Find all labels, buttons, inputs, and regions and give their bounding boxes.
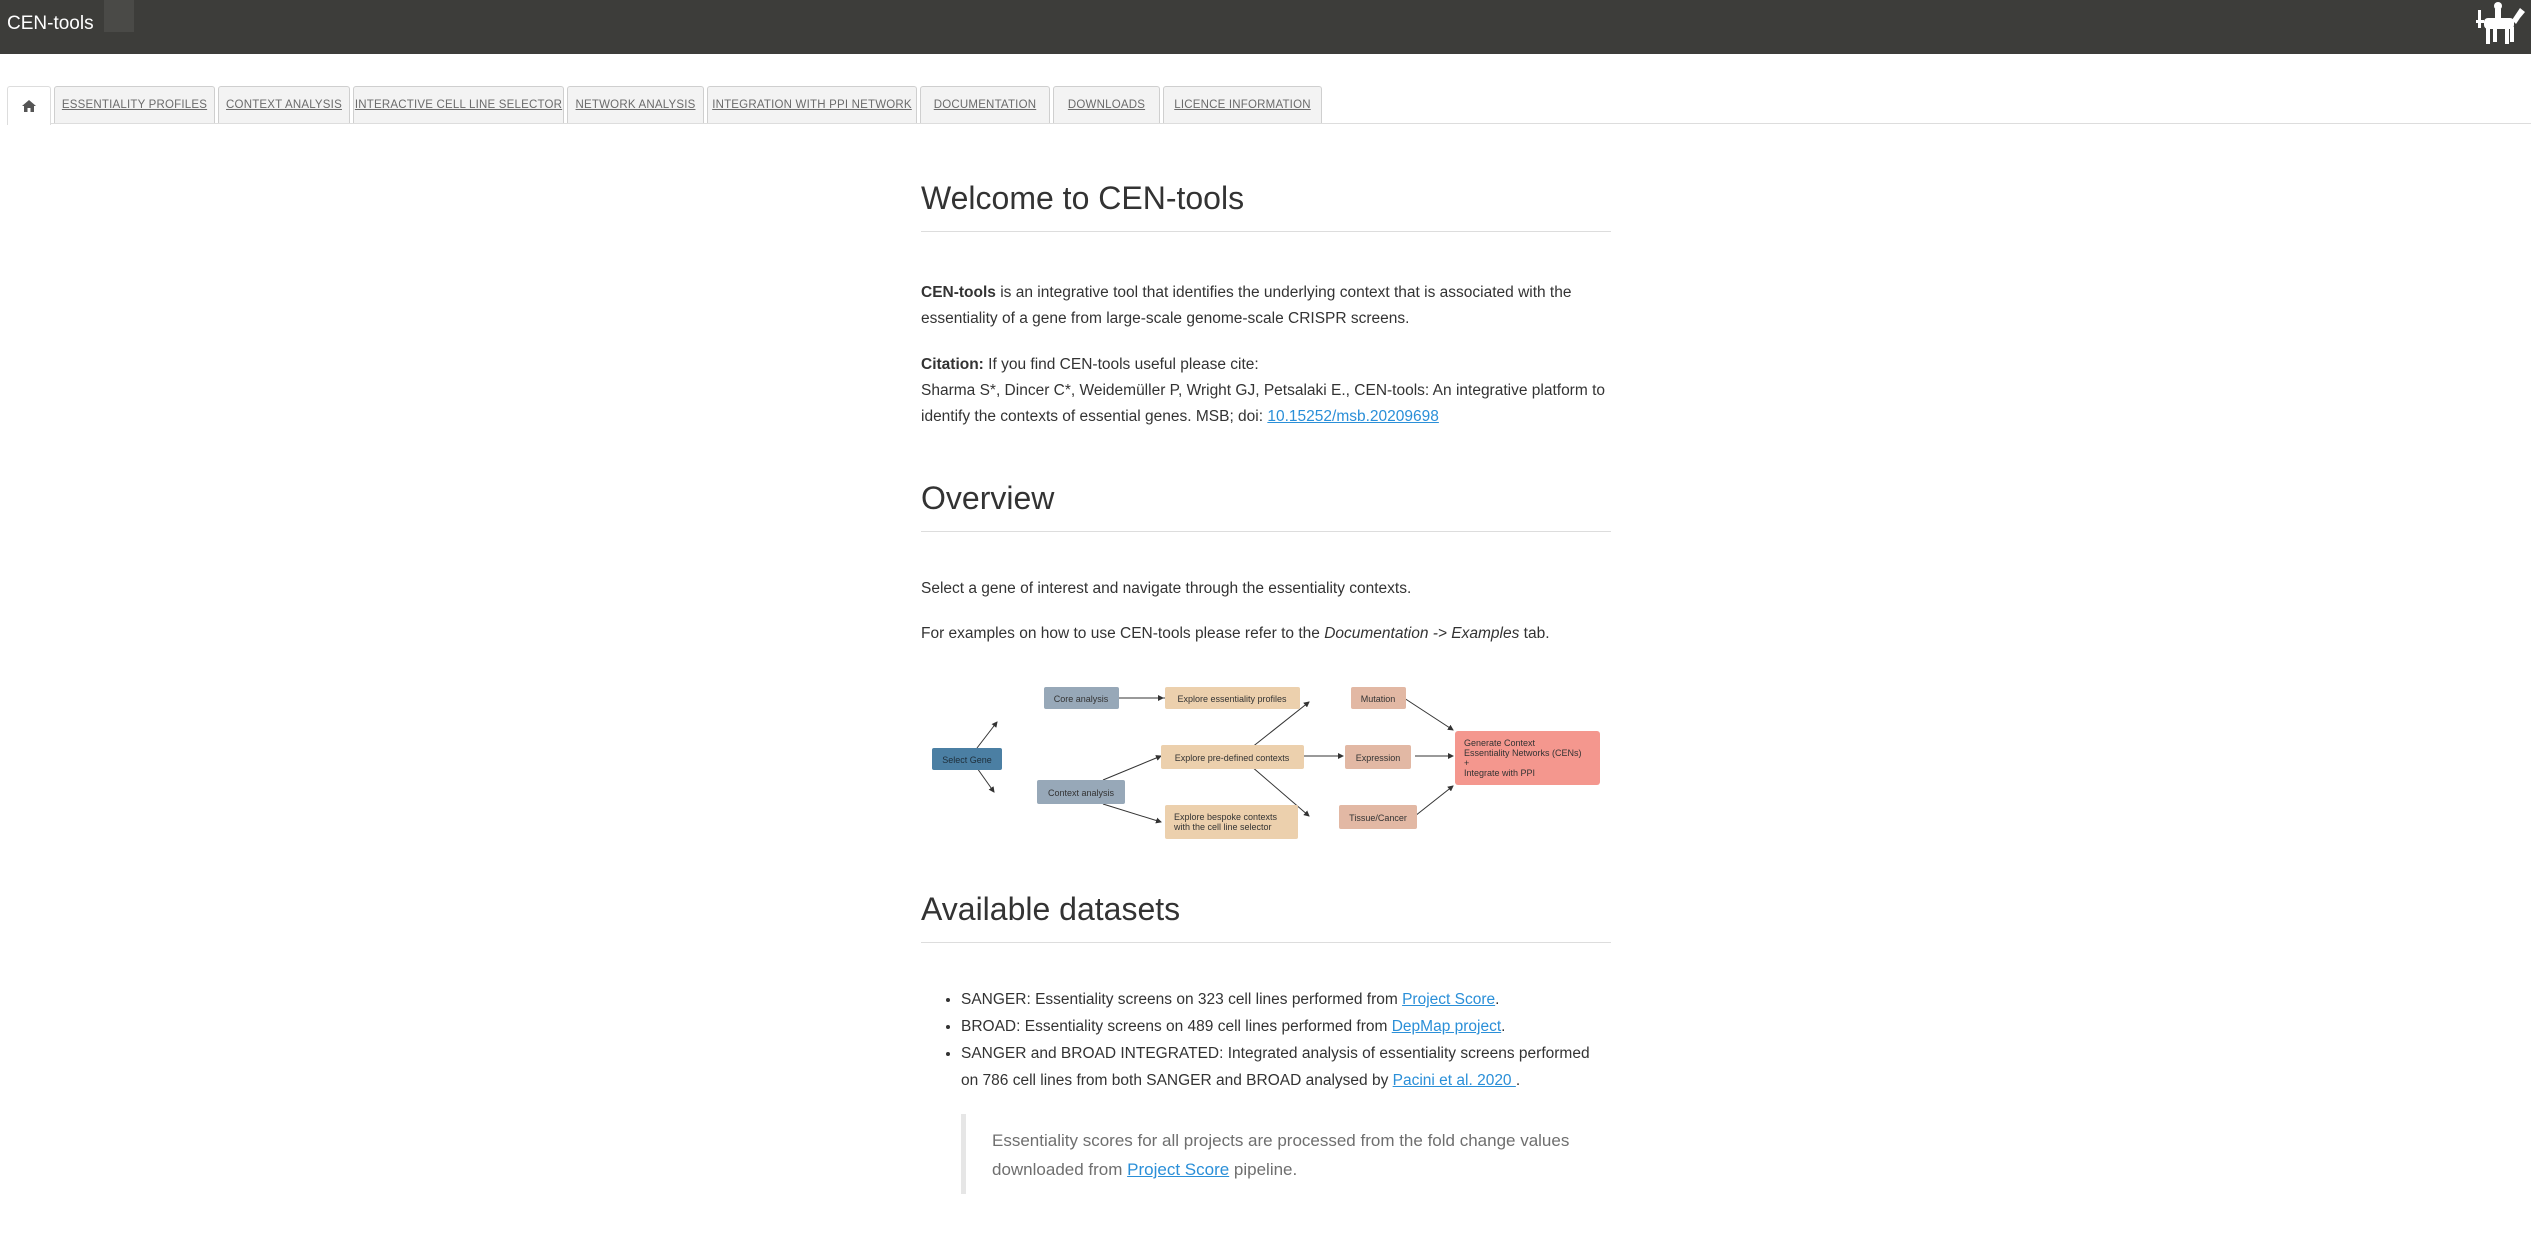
intro-paragraph: CEN-tools is an integrative tool that id… — [921, 280, 1611, 332]
tab-network-analysis[interactable]: NETWORK ANALYSIS — [567, 86, 704, 123]
node-context-analysis: Context analysis — [1037, 780, 1125, 804]
list-item: BROAD: Essentiality screens on 489 cell … — [961, 1013, 1611, 1040]
project-score-link[interactable]: Project Score — [1402, 991, 1495, 1008]
datasets-list: SANGER: Essentiality screens on 323 cell… — [921, 986, 1611, 1094]
node-select-gene: Select Gene — [932, 748, 1002, 770]
node-explore-bespoke-label-2: with the cell line selector — [1173, 822, 1272, 832]
overview-line-2-post: tab. — [1519, 625, 1550, 642]
horse-rider-logo-icon — [2476, 2, 2525, 44]
dataset-text: SANGER: Essentiality screens on 323 cell… — [961, 991, 1403, 1008]
citation-text: If you find CEN-tools useful please cite… — [983, 356, 1259, 373]
node-generate-label-4: Integrate with PPI — [1464, 768, 1535, 778]
workflow-diagram: Select Gene Core analysis Context analys… — [932, 687, 1600, 839]
node-generate-label-3: + — [1464, 758, 1469, 768]
home-icon — [22, 100, 36, 112]
node-expression-label: Expression — [1356, 753, 1401, 763]
overview-line-2: For examples on how to use CEN-tools ple… — [921, 621, 1611, 647]
navbar-toggle-button[interactable] — [104, 0, 134, 32]
tab-integration-ppi-network[interactable]: INTEGRATION WITH PPI NETWORK — [707, 86, 917, 123]
node-explore-profiles: Explore essentiality profiles — [1165, 687, 1300, 709]
node-explore-profiles-label: Explore essentiality profiles — [1177, 694, 1287, 704]
citation-label: Citation: — [921, 356, 984, 373]
node-tissue-cancer: Tissue/Cancer — [1339, 805, 1417, 829]
node-explore-predefined-label: Explore pre-defined contexts — [1175, 753, 1290, 763]
citation-paragraph: Citation: If you find CEN-tools useful p… — [921, 352, 1611, 430]
tab-essentiality-profiles[interactable]: ESSENTIALITY PROFILES — [54, 86, 215, 123]
node-context-analysis-label: Context analysis — [1048, 788, 1115, 798]
overview-line-2-em: Documentation -> Examples — [1324, 625, 1520, 642]
app-brand[interactable]: CEN-tools — [7, 13, 94, 35]
welcome-heading: Welcome to CEN-tools — [921, 180, 1611, 232]
node-mutation-label: Mutation — [1361, 694, 1396, 704]
node-expression: Expression — [1345, 745, 1411, 769]
node-generate-cens: Generate Context Essentiality Networks (… — [1455, 731, 1600, 785]
dataset-text-end: . — [1515, 1072, 1521, 1089]
list-item: SANGER and BROAD INTEGRATED: Integrated … — [961, 1040, 1611, 1094]
dataset-text-end: . — [1501, 1018, 1506, 1035]
pacini-link[interactable]: Pacini et al. 2020 — [1393, 1072, 1516, 1089]
node-core-analysis-label: Core analysis — [1054, 694, 1109, 704]
tab-downloads[interactable]: DOWNLOADS — [1053, 86, 1160, 123]
node-explore-predefined: Explore pre-defined contexts — [1161, 745, 1304, 769]
overview-heading: Overview — [921, 480, 1611, 532]
intro-text: is an integrative tool that identifies t… — [921, 284, 1572, 327]
dataset-text-end: . — [1495, 991, 1500, 1008]
tab-documentation[interactable]: DOCUMENTATION — [920, 86, 1050, 123]
node-generate-label-1: Generate Context — [1464, 738, 1536, 748]
note-text-end: pipeline. — [1229, 1160, 1298, 1179]
top-navbar: CEN-tools — [0, 0, 2531, 54]
tab-home[interactable] — [7, 86, 51, 125]
list-item: SANGER: Essentiality screens on 323 cell… — [961, 986, 1611, 1013]
datasets-heading: Available datasets — [921, 891, 1611, 943]
intro-bold: CEN-tools — [921, 284, 996, 301]
note-project-score-link[interactable]: Project Score — [1127, 1160, 1229, 1179]
node-core-analysis: Core analysis — [1044, 687, 1119, 709]
tab-context-analysis[interactable]: CONTEXT ANALYSIS — [218, 86, 350, 123]
dataset-text: BROAD: Essentiality screens on 489 cell … — [961, 1018, 1392, 1035]
overview-line-1: Select a gene of interest and navigate t… — [921, 580, 1412, 597]
node-explore-bespoke: Explore bespoke contexts with the cell l… — [1165, 805, 1298, 839]
node-select-gene-label: Select Gene — [942, 755, 992, 765]
tab-licence-information[interactable]: LICENCE INFORMATION — [1163, 86, 1322, 123]
node-explore-bespoke-label-1: Explore bespoke contexts — [1174, 812, 1278, 822]
main-tabs: ESSENTIALITY PROFILES CONTEXT ANALYSIS I… — [7, 86, 2531, 125]
citation-reference: Sharma S*, Dincer C*, Weidemüller P, Wri… — [921, 382, 1605, 425]
depmap-project-link[interactable]: DepMap project — [1392, 1018, 1501, 1035]
tab-interactive-cell-line-selector[interactable]: INTERACTIVE CELL LINE SELECTOR — [353, 86, 564, 123]
node-generate-label-2: Essentiality Networks (CENs) — [1464, 748, 1582, 758]
node-mutation: Mutation — [1351, 687, 1406, 709]
node-tissue-cancer-label: Tissue/Cancer — [1349, 813, 1407, 823]
citation-doi-link[interactable]: 10.15252/msb.20209698 — [1267, 408, 1439, 425]
overview-line-2-pre: For examples on how to use CEN-tools ple… — [921, 625, 1325, 642]
datasets-note: Essentiality scores for all projects are… — [961, 1114, 1611, 1194]
